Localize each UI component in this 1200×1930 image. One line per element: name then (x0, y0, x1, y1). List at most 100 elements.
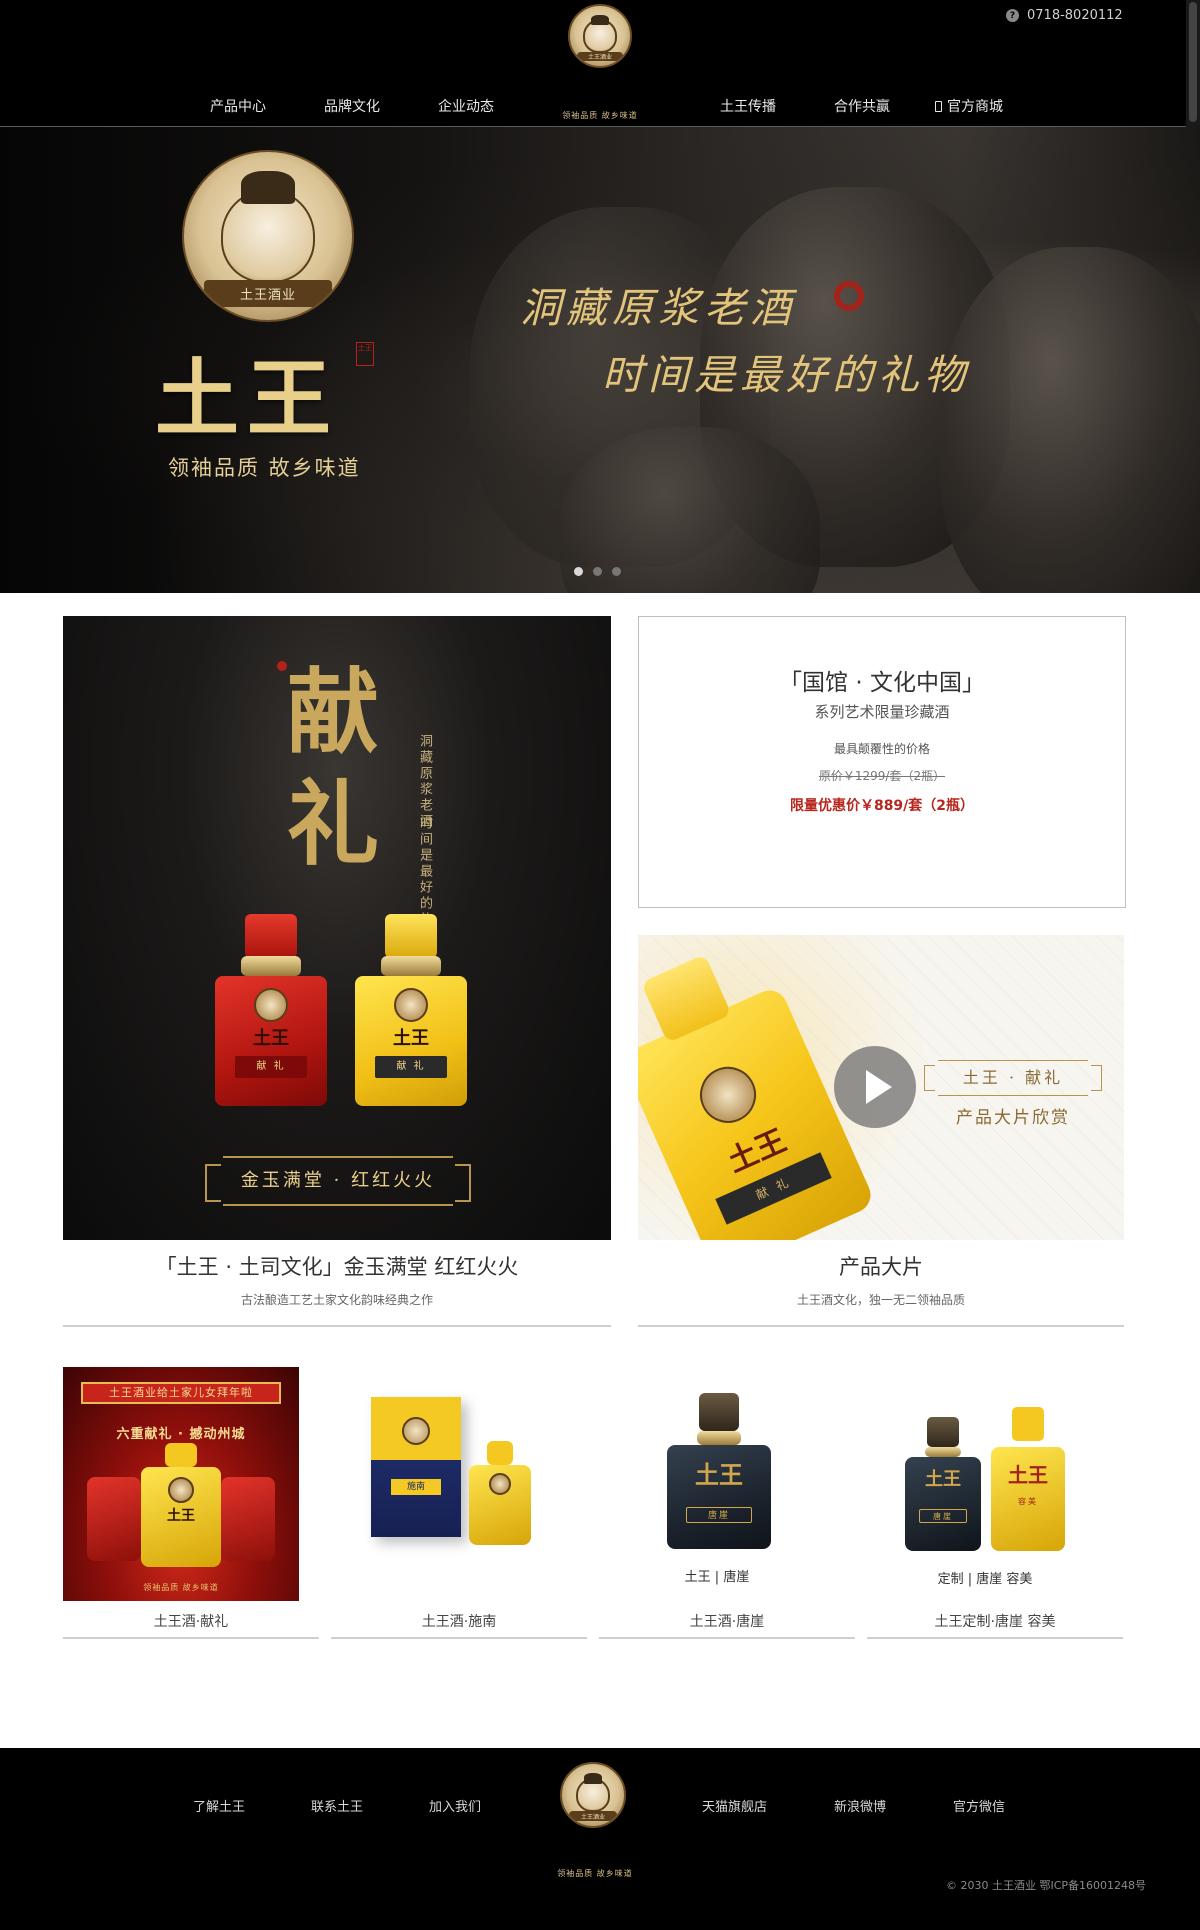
original-price: 原价￥1299/套（2瓶） (818, 769, 946, 783)
bottle-cap (640, 954, 732, 1043)
bottle-brand: 土王 (695, 1460, 743, 1489)
nav-label: 官方商城 (947, 99, 1003, 115)
product-caption: 定制 | 唐崖 容美 (937, 1572, 1033, 1587)
product-name[interactable]: 土王酒·施南 (331, 1611, 587, 1631)
nav-cooperation[interactable]: 合作共赢 (834, 96, 890, 116)
mobile-phone-icon (935, 100, 942, 112)
feature-left-subtitle: 古法酿造工艺土家文化韵味经典之作 (240, 1293, 433, 1307)
nav-tuwang-media[interactable]: 土王传播 (720, 96, 776, 116)
header-tagline: 领袖品质 故乡味道 (562, 111, 638, 120)
header-logo[interactable]: 土王酒业 (568, 4, 632, 68)
video-thumbnail[interactable]: 土王 献 礼 土王 · 献礼 产品大片欣赏 (638, 935, 1124, 1240)
slogan-line-2: 时间是最好的礼物 (602, 351, 970, 399)
yellow-bottle: 土王 容美 (991, 1407, 1065, 1551)
bottle-collar (697, 1431, 741, 1445)
footer-link-weibo[interactable]: 新浪微博 (834, 1796, 886, 1815)
seal-stamp: 土王 (356, 342, 374, 366)
bottle-cap (699, 1393, 739, 1431)
nav-label: 土王传播 (720, 99, 776, 115)
contact-phone: ? 0718-8020112 (1006, 8, 1123, 23)
product-name[interactable]: 土王定制·唐崖 容美 (867, 1611, 1123, 1631)
nav-product-center[interactable]: 产品中心 (210, 96, 266, 116)
red-bottle: 土王 献 礼 (215, 914, 327, 1106)
bottle-medal-icon (168, 1477, 194, 1503)
divider (638, 1325, 1124, 1327)
product-image-custom[interactable]: 土王 唐崖 土王 容美 定制 | 唐崖 容美 (867, 1367, 1103, 1601)
bottle-cap (165, 1443, 197, 1467)
bottle-brand: 土王 (1008, 1463, 1048, 1487)
footer-link-join[interactable]: 加入我们 (429, 1796, 481, 1815)
promo-ribbon: 土王酒业给土家儿女拜年啦 (81, 1382, 281, 1404)
divider (63, 1637, 319, 1639)
gift-box: 施南 (371, 1397, 461, 1537)
slider-dot[interactable] (574, 567, 583, 576)
promo-series: 系列艺术限量珍藏酒 (814, 703, 950, 721)
logo-face-icon (583, 14, 617, 53)
product-image-xianli[interactable]: 土王酒业给土家儿女拜年啦 六重献礼 · 撼动州城 土王 领袖品质 故乡味道 (63, 1367, 299, 1601)
promo-box[interactable]: 「国馆 · 文化中国」 系列艺术限量珍藏酒 最具颠覆性的价格 原价￥1299/套… (638, 616, 1126, 908)
slider-dot[interactable] (593, 567, 602, 576)
nav-label: 产品中心 (210, 99, 266, 115)
product-name[interactable]: 土王酒·唐崖 (599, 1611, 855, 1631)
yellow-bottle: 土王 献 礼 (355, 914, 467, 1106)
divider (867, 1637, 1123, 1639)
logo-band-text: 土王酒业 (577, 51, 623, 62)
video-caption: 产品大片欣赏 (956, 1108, 1070, 1128)
promo-title: 「国馆 · 文化中国」 (779, 670, 985, 696)
product-name[interactable]: 土王酒·献礼 (63, 1611, 319, 1631)
footer-link-tmall[interactable]: 天猫旗舰店 (702, 1796, 767, 1815)
deal-price: 限量优惠价￥889/套（2瓶） (789, 798, 975, 814)
footer-logo[interactable]: 土王酒业 (560, 1762, 626, 1828)
play-button[interactable] (834, 1046, 916, 1128)
bottle-medal-icon (489, 1473, 511, 1495)
nav-official-store[interactable]: 官方商城 (935, 96, 1003, 116)
logo-face-icon (575, 1772, 611, 1813)
bottle-cap (245, 914, 297, 958)
nav-label: 品牌文化 (324, 99, 380, 115)
bottle-brand: 土王 (393, 1028, 429, 1049)
bottle-cap (385, 914, 437, 958)
banner-logo: 土王酒业 (182, 150, 354, 322)
promo-note: 最具颠覆性的价格 (833, 742, 930, 756)
footer-link-wechat[interactable]: 官方微信 (953, 1796, 1005, 1815)
video-subtitle: 土王酒文化，独一无二领袖品质 (796, 1293, 965, 1307)
red-bottle (87, 1477, 141, 1561)
yellow-bottle (469, 1441, 531, 1545)
bottle-cap (927, 1417, 959, 1447)
bottle-label: 献 礼 (235, 1056, 307, 1078)
bottle-label: 容美 (1018, 1497, 1038, 1506)
red-bottle (221, 1477, 275, 1561)
bottle-medal-icon (254, 988, 288, 1022)
box-label: 施南 (391, 1479, 441, 1495)
nav-company-news[interactable]: 企业动态 (438, 96, 494, 116)
scrollbar[interactable] (1186, 0, 1200, 127)
feature-image-xianli[interactable]: 献礼 洞藏原浆老酒 时间是最好的礼物 土王 献 礼 土王 献 礼 金玉满堂 · … (63, 616, 611, 1240)
nav-brand-culture[interactable]: 品牌文化 (324, 96, 380, 116)
gold-frame-caption: 金玉满堂 · 红红火火 (205, 1156, 471, 1206)
bottle-brand: 土王 (253, 1028, 289, 1049)
xianli-headline: 献礼 (286, 658, 379, 878)
wine-jar (940, 247, 1200, 593)
footer-link-contact[interactable]: 联系土王 (311, 1796, 363, 1815)
dark-bottle: 土王 唐崖 (667, 1393, 771, 1549)
slider-dots (574, 567, 621, 576)
bottle-label: 唐崖 (918, 1509, 968, 1523)
banner-brand-name: 土王 (155, 349, 340, 448)
footer-link-about[interactable]: 了解土王 (193, 1796, 245, 1815)
divider (63, 1325, 611, 1327)
copyright: © 2030 土王酒业 鄂ICP备16001248号 (946, 1879, 1147, 1892)
hero-banner[interactable]: 土王酒业 土王 土王 领袖品质 故乡味道 洞藏原浆老酒 时间是最好的礼物 (0, 127, 1200, 593)
scrollbar-thumb[interactable] (1189, 2, 1197, 122)
divider (599, 1637, 855, 1639)
video-title[interactable]: 产品大片 (638, 1251, 1124, 1281)
logo-band-text: 土王酒业 (569, 1811, 617, 1822)
product-image-shinan[interactable]: 施南 (331, 1367, 567, 1601)
promo-subtitle: 六重献礼 · 撼动州城 (116, 1427, 246, 1442)
bottle-medal-icon (691, 1057, 766, 1132)
bottle-label: 唐崖 (685, 1507, 753, 1523)
bottle-collar (925, 1447, 961, 1457)
bottle-collar (381, 956, 441, 976)
feature-left-title[interactable]: 「土王 · 土司文化」金玉满堂 红红火火 (63, 1251, 611, 1281)
slider-dot[interactable] (612, 567, 621, 576)
product-image-tangya[interactable]: 土王 唐崖 土王 | 唐崖 (599, 1367, 835, 1601)
